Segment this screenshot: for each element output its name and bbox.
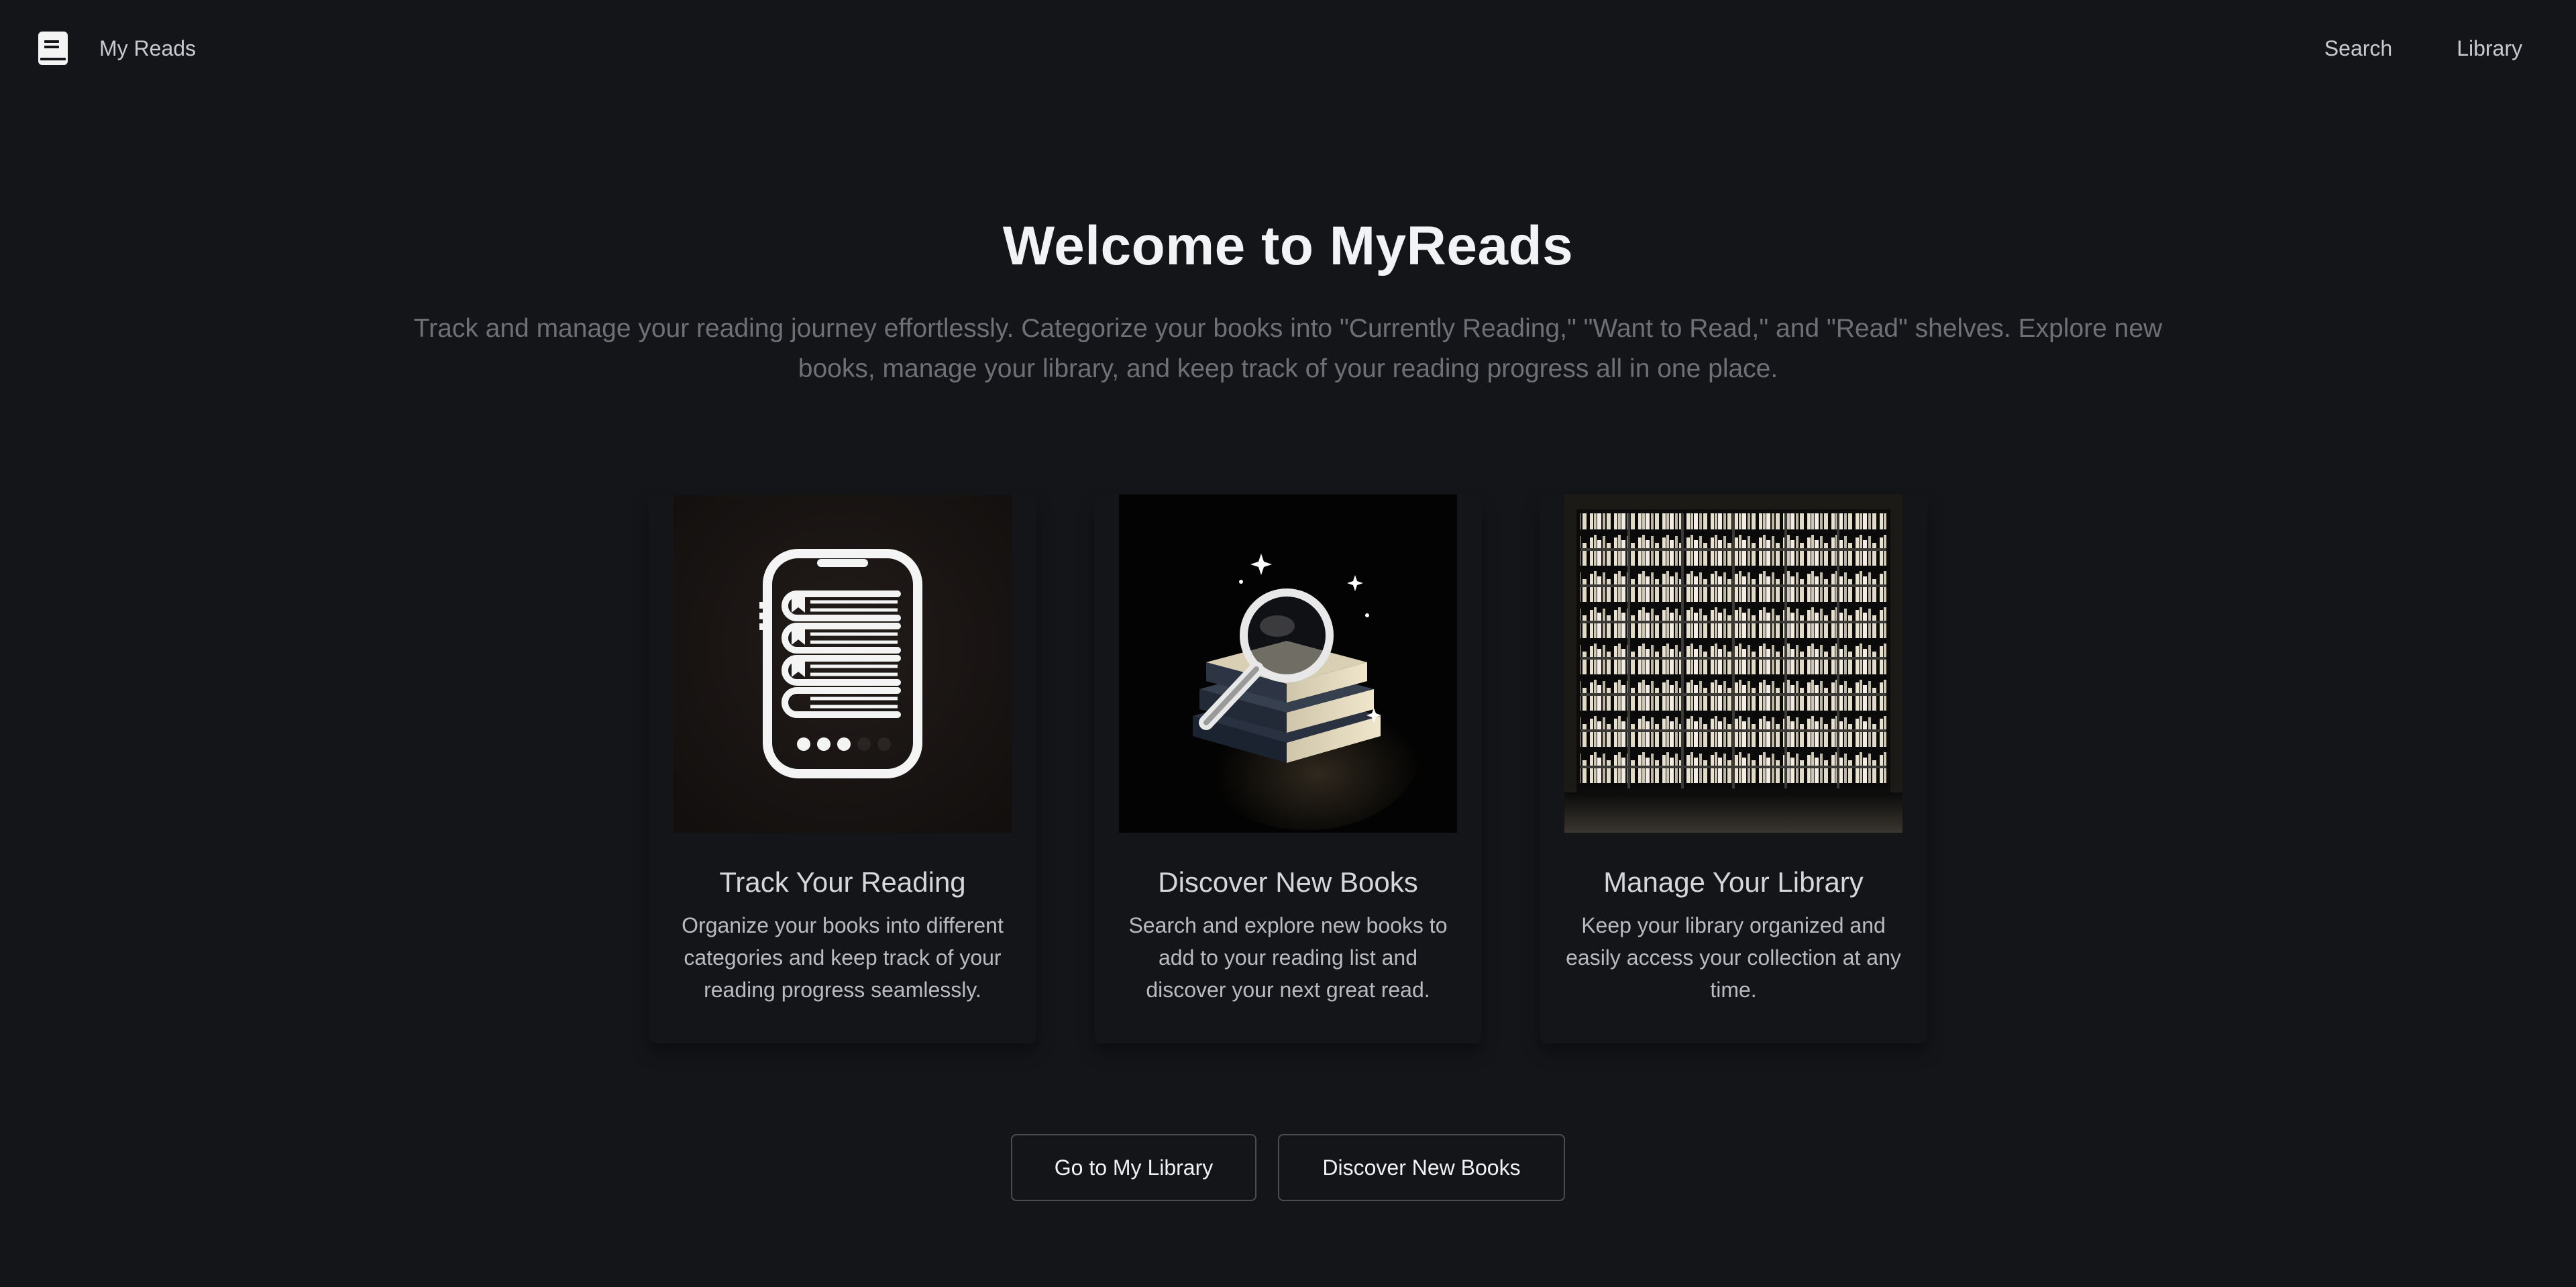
go-to-library-button[interactable]: Go to My Library [1011,1134,1256,1201]
feature-description: Search and explore new books to add to y… [1128,913,1448,1002]
feature-card-track: Track Your Reading Organize your books i… [649,495,1036,1043]
nav-library-link[interactable]: Library [2457,36,2522,61]
main-nav: Search Library [2324,36,2538,61]
feature-card-library: Manage Your Library Keep your library or… [1540,495,1927,1043]
feature-description: Keep your library organized and easily a… [1566,913,1901,1002]
cta-buttons: Go to My Library Discover New Books [0,1134,2576,1201]
page-title: Welcome to MyReads [1002,215,1574,276]
feature-title: Discover New Books [1158,866,1418,898]
book-icon [38,32,68,65]
features-section: Track Your Reading Organize your books i… [0,495,2576,1043]
phone-with-books-icon [674,495,1012,833]
hero-section: Welcome to MyReads Track and manage your… [0,215,2576,389]
magnifier-over-books-icon [1119,495,1457,833]
feature-description: Organize your books into different categ… [682,913,1004,1002]
bookshelf-icon [1564,495,1902,833]
discover-books-button[interactable]: Discover New Books [1278,1134,1565,1201]
top-nav-bar: My Reads Search Library [0,0,2576,97]
nav-search-link[interactable]: Search [2324,36,2392,61]
brand-home-link[interactable]: My Reads [38,31,196,66]
feature-title: Manage Your Library [1603,866,1864,898]
hero-description: Track and manage your reading journey ef… [413,314,2163,383]
feature-card-discover: Discover New Books Search and explore ne… [1094,495,1482,1043]
feature-title: Track Your Reading [719,866,966,898]
brand-label: My Reads [99,36,197,60]
